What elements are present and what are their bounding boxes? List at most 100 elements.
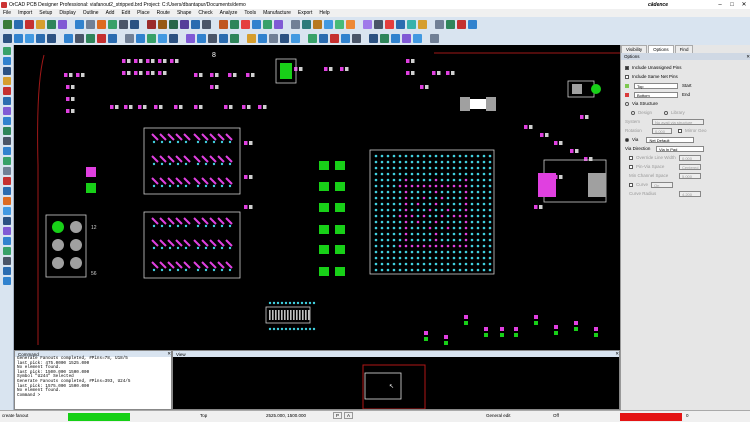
menu-tools[interactable]: Tools: [244, 10, 256, 16]
command-close-icon[interactable]: ✕: [167, 351, 171, 357]
world-view-map[interactable]: ↖: [173, 357, 619, 410]
curve-select[interactable]: On: [651, 181, 673, 188]
tool-icon[interactable]: [274, 19, 283, 29]
tool-icon[interactable]: [180, 19, 189, 29]
menu-display[interactable]: Display: [59, 10, 75, 16]
side-tool-icon[interactable]: [3, 77, 11, 85]
tool-icon[interactable]: [86, 19, 95, 29]
side-tool-icon[interactable]: [3, 57, 11, 65]
side-tool-icon[interactable]: [3, 187, 11, 195]
command-log[interactable]: Generate Fanouts completed, #Pins=78, U1…: [15, 356, 171, 398]
side-tool-icon[interactable]: [3, 47, 11, 55]
tool-icon[interactable]: [219, 33, 228, 43]
menu-route[interactable]: Route: [157, 10, 170, 16]
tool-icon[interactable]: [330, 33, 339, 43]
tool-icon[interactable]: [25, 33, 34, 43]
library-radio[interactable]: [664, 110, 669, 115]
menu-help[interactable]: Help: [319, 10, 329, 16]
tool-icon[interactable]: [169, 33, 178, 43]
tool-icon[interactable]: [130, 19, 139, 29]
tool-icon[interactable]: [407, 19, 416, 29]
tool-icon[interactable]: [58, 19, 67, 29]
side-tool-icon[interactable]: [3, 97, 11, 105]
override-line-width-checkbox[interactable]: [629, 155, 633, 160]
tool-icon[interactable]: [363, 19, 372, 29]
include-same-net-checkbox[interactable]: [625, 74, 629, 79]
side-tool-icon[interactable]: [3, 247, 11, 255]
tool-icon[interactable]: [3, 33, 12, 43]
tool-icon[interactable]: [269, 33, 278, 43]
tool-icon[interactable]: [380, 33, 389, 43]
include-unassigned-option[interactable]: Include Unassigned Pins: [621, 63, 750, 72]
design-radio[interactable]: [631, 110, 635, 115]
tool-icon[interactable]: [291, 33, 300, 43]
menu-import[interactable]: Import: [18, 10, 32, 16]
tool-icon[interactable]: [346, 19, 355, 29]
tab-find[interactable]: Find: [674, 45, 694, 53]
tool-icon[interactable]: [385, 19, 394, 29]
side-tool-icon[interactable]: [3, 207, 11, 215]
side-tool-icon[interactable]: [3, 107, 11, 115]
tool-icon[interactable]: [308, 33, 317, 43]
tool-icon[interactable]: [263, 19, 272, 29]
menu-outline[interactable]: Outline: [83, 10, 99, 16]
tool-icon[interactable]: [208, 33, 217, 43]
tool-icon[interactable]: [302, 19, 311, 29]
tool-icon[interactable]: [202, 19, 211, 29]
side-tool-icon[interactable]: [3, 197, 11, 205]
side-tool-icon[interactable]: [3, 277, 11, 285]
tool-icon[interactable]: [319, 33, 328, 43]
pcb-canvas[interactable]: 8 12 56: [14, 45, 620, 350]
via-option[interactable]: Via Net Default: [621, 135, 750, 144]
tool-icon[interactable]: [75, 19, 84, 29]
include-same-net-option[interactable]: Include Same Net Pins: [621, 72, 750, 81]
status-active-layer[interactable]: Top: [200, 413, 207, 418]
menu-place[interactable]: Place: [137, 10, 150, 16]
side-tool-icon[interactable]: [3, 67, 11, 75]
tool-icon[interactable]: [457, 19, 466, 29]
side-tool-icon[interactable]: [3, 147, 11, 155]
tool-icon[interactable]: [252, 19, 261, 29]
tool-icon[interactable]: [418, 19, 427, 29]
tool-icon[interactable]: [191, 19, 200, 29]
tool-icon[interactable]: [197, 33, 206, 43]
tool-icon[interactable]: [158, 33, 167, 43]
pin-via-space-select[interactable]: Centered: [679, 163, 701, 170]
panel-close-icon[interactable]: ✕: [746, 54, 750, 60]
tool-icon[interactable]: [230, 33, 239, 43]
tool-icon[interactable]: [14, 33, 23, 43]
min-channel-space-input[interactable]: 5.000: [679, 172, 701, 179]
menu-analyze[interactable]: Analyze: [220, 10, 238, 16]
tab-options[interactable]: Options: [648, 45, 674, 53]
side-tool-icon[interactable]: [3, 87, 11, 95]
menu-setup[interactable]: Setup: [39, 10, 52, 16]
tool-icon[interactable]: [219, 19, 228, 29]
menu-add[interactable]: Add: [106, 10, 115, 16]
via-direction-select[interactable]: Via In Pad: [656, 145, 704, 152]
tool-icon[interactable]: [280, 33, 289, 43]
tool-icon[interactable]: [97, 33, 106, 43]
tool-icon[interactable]: [147, 19, 156, 29]
tool-icon[interactable]: [369, 33, 378, 43]
close-button[interactable]: ✕: [738, 1, 750, 8]
maximize-button[interactable]: □: [726, 2, 738, 8]
system-select[interactable]: No avail via structure: [652, 118, 704, 125]
tool-icon[interactable]: [435, 19, 444, 29]
tool-icon[interactable]: [25, 19, 34, 29]
tool-icon[interactable]: [3, 19, 12, 29]
tool-icon[interactable]: [64, 33, 73, 43]
side-tool-icon[interactable]: [3, 257, 11, 265]
tool-icon[interactable]: [341, 33, 350, 43]
tool-icon[interactable]: [86, 33, 95, 43]
pick-button[interactable]: P: [333, 412, 343, 419]
end-layer-select[interactable]: Bottom: [634, 91, 678, 98]
tool-icon[interactable]: [36, 19, 45, 29]
via-structure-radio[interactable]: [625, 101, 629, 106]
curve-radius-input[interactable]: 4.200: [679, 190, 701, 197]
tool-icon[interactable]: [335, 19, 344, 29]
tool-icon[interactable]: [396, 19, 405, 29]
tool-icon[interactable]: [468, 19, 477, 29]
side-tool-icon[interactable]: [3, 127, 11, 135]
tool-icon[interactable]: [391, 33, 400, 43]
via-select[interactable]: Net Default: [646, 136, 695, 143]
